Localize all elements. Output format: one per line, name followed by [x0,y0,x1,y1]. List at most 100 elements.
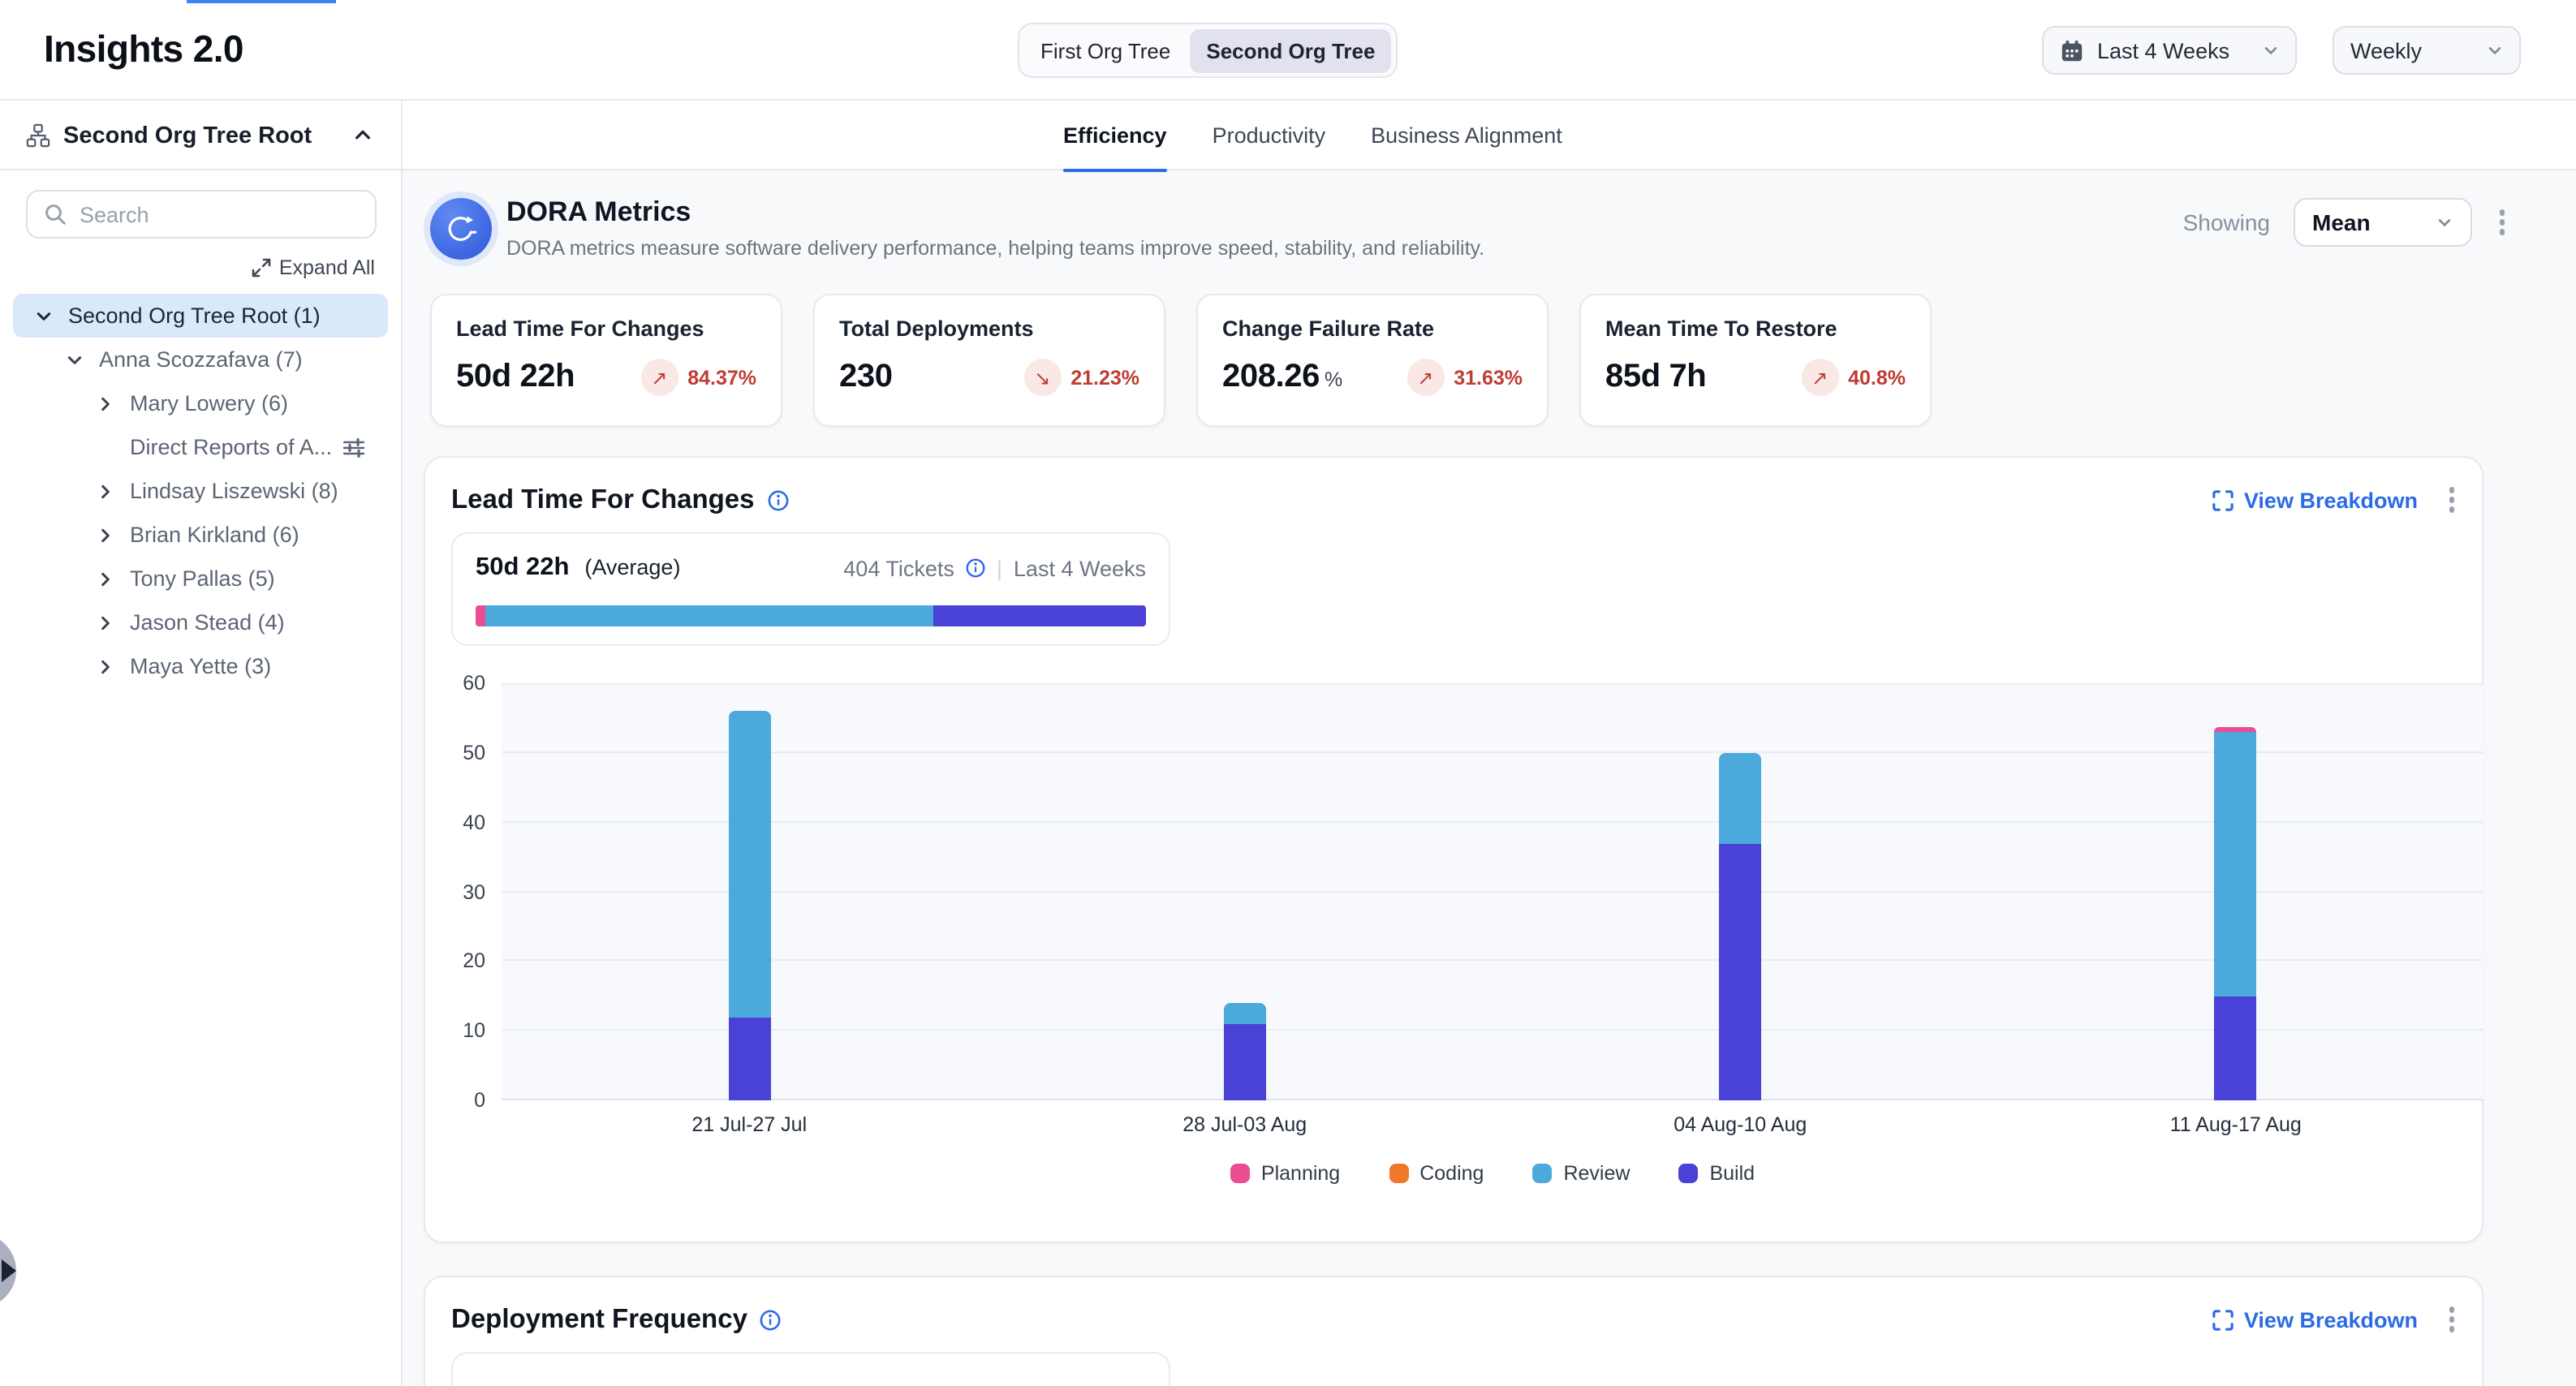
summary-average-label: (Average) [584,555,680,579]
y-axis-label: 60 [425,672,485,695]
y-axis-label: 20 [425,950,485,973]
tree-item[interactable]: Direct Reports of A... [13,425,388,469]
showing-select[interactable]: Mean [2293,198,2471,247]
tab-efficiency[interactable]: Efficiency [1063,101,1167,170]
gridline [502,891,2483,893]
metric-card-row: 50d 22h↗84.37% [456,359,756,396]
bar-segment-planning[interactable] [2215,726,2257,732]
tickets-count: 404 Tickets [843,556,954,580]
chevron-right-icon[interactable] [97,527,114,543]
chevron-right-icon[interactable] [97,483,114,499]
metric-card-delta-value: 21.23% [1070,366,1139,389]
bar-segment-review[interactable] [728,711,770,1017]
legend-label: Planning [1261,1162,1340,1185]
org-tree-toggle-second[interactable]: Second Org Tree [1190,28,1391,72]
sidebar-header: Second Org Tree Root [0,101,403,170]
deployment-kebab-menu-icon[interactable] [2444,1302,2459,1337]
calendar-icon [2060,38,2084,62]
top-bar: Insights 2.0 First Org Tree Second Org T… [0,0,2576,101]
lead-time-kebab-menu-icon[interactable] [2444,483,2459,518]
bar-segment-build[interactable] [728,1017,770,1100]
info-icon[interactable] [966,558,985,578]
app-title: Insights 2.0 [44,28,243,71]
view-breakdown-label: View Breakdown [2244,488,2418,512]
summary-value: 50d 22h [476,553,569,581]
tree-item[interactable]: Second Org Tree Root (1) [13,294,388,338]
expand-corners-icon [2213,1309,2234,1330]
y-axis-label: 30 [425,880,485,903]
metric-card-title: Lead Time For Changes [456,316,756,341]
info-icon[interactable] [760,1309,782,1330]
chevron-down-icon [2487,42,2503,58]
chevron-right-icon[interactable] [97,395,114,411]
y-axis-label: 50 [425,742,485,764]
trend-down-icon: ↘ [1023,359,1061,396]
metric-card-row: 85d 7h↗40.8% [1605,359,1906,396]
bar-segment-build[interactable] [1719,843,1761,1100]
legend-swatch [1678,1164,1698,1183]
collapse-sidebar-icon[interactable] [354,127,372,144]
legend-swatch [1389,1164,1408,1183]
tree-item[interactable]: Lindsay Liszewski (8) [13,469,388,513]
chevron-right-icon[interactable] [97,658,114,674]
bar-segment-build[interactable] [2215,996,2257,1101]
lead-time-section: Lead Time For Changes View Breakdown [424,456,2483,1243]
play-icon [2,1259,16,1282]
chevron-down-icon[interactable] [67,351,83,368]
chevron-right-icon[interactable] [97,614,114,631]
tree-item[interactable]: Jason Stead (4) [13,600,388,644]
metric-card-total-deployments: Total Deployments 230 ↘ 21.23% [813,294,1165,427]
metric-card-value: 208.26% [1222,359,1342,396]
sidebar-title: Second Org Tree Root [63,123,354,148]
tree-item[interactable]: Tony Pallas (5) [13,557,388,600]
x-axis-label: 11 Aug-17 Aug [2122,1113,2350,1136]
x-axis-label: 28 Jul-03 Aug [1131,1113,1359,1136]
org-tree-toggle-first[interactable]: First Org Tree [1024,28,1187,72]
view-breakdown-button[interactable]: View Breakdown [2213,1307,2418,1332]
distribution-segment-build [933,605,1146,626]
chevron-right-icon[interactable] [97,570,114,587]
tab-productivity[interactable]: Productivity [1213,101,1326,170]
y-axis-label: 0 [425,1089,485,1112]
chevron-down-icon [2436,214,2452,230]
tree-item[interactable]: Brian Kirkland (6) [13,513,388,557]
metric-card-unit: % [1325,368,1342,391]
tree-item[interactable]: Anna Scozzafava (7) [13,338,388,381]
gridline [502,751,2483,753]
dora-kebab-menu-icon[interactable] [2494,205,2509,240]
search-input[interactable] [80,202,359,226]
deployment-frequency-title: Deployment Frequency [451,1304,747,1335]
separator: | [997,556,1002,580]
gridline [502,1029,2483,1031]
bar-segment-review[interactable] [1719,753,1761,843]
metric-card-mean-time-to-restore: Mean Time To Restore85d 7h↗40.8% [1579,294,1932,427]
showing-value: Mean [2312,209,2423,235]
tree-item[interactable]: Maya Yette (3) [13,644,388,688]
distribution-segment-review [485,605,933,626]
date-range-dropdown[interactable]: Last 4 Weeks [2042,26,2297,75]
trend-up-icon: ↗ [640,359,678,396]
bar-segment-review[interactable] [2215,732,2257,996]
x-axis-label: 21 Jul-27 Jul [635,1113,863,1136]
tab-business-alignment[interactable]: Business Alignment [1371,101,1562,170]
legend-item-planning: Planning [1230,1162,1340,1185]
bar-segment-review[interactable] [1224,1003,1266,1024]
search-icon [44,203,67,226]
deployment-frequency-section: Deployment Frequency View Breakdown [424,1276,2483,1386]
view-breakdown-button[interactable]: View Breakdown [2213,488,2418,512]
metric-card-value: 230 [839,359,893,396]
bar-segment-build[interactable] [1224,1024,1266,1100]
granularity-dropdown[interactable]: Weekly [2333,26,2521,75]
metric-card-delta-value: 40.8% [1848,366,1906,389]
trend-up-icon: ↗ [1801,359,1838,396]
info-icon[interactable] [768,489,789,510]
tree-item-label: Jason Stead (4) [130,610,285,635]
chevron-down-icon[interactable] [36,308,52,324]
tree-item[interactable]: Mary Lowery (6) [13,381,388,425]
expand-all-button[interactable]: Expand All [252,256,375,279]
metric-card-title: Total Deployments [839,316,1139,341]
lead-time-title: Lead Time For Changes [451,484,755,515]
filter-sliders-icon[interactable] [342,436,365,458]
granularity-value: Weekly [2350,38,2474,62]
tree-item-label: Anna Scozzafava (7) [99,347,303,372]
